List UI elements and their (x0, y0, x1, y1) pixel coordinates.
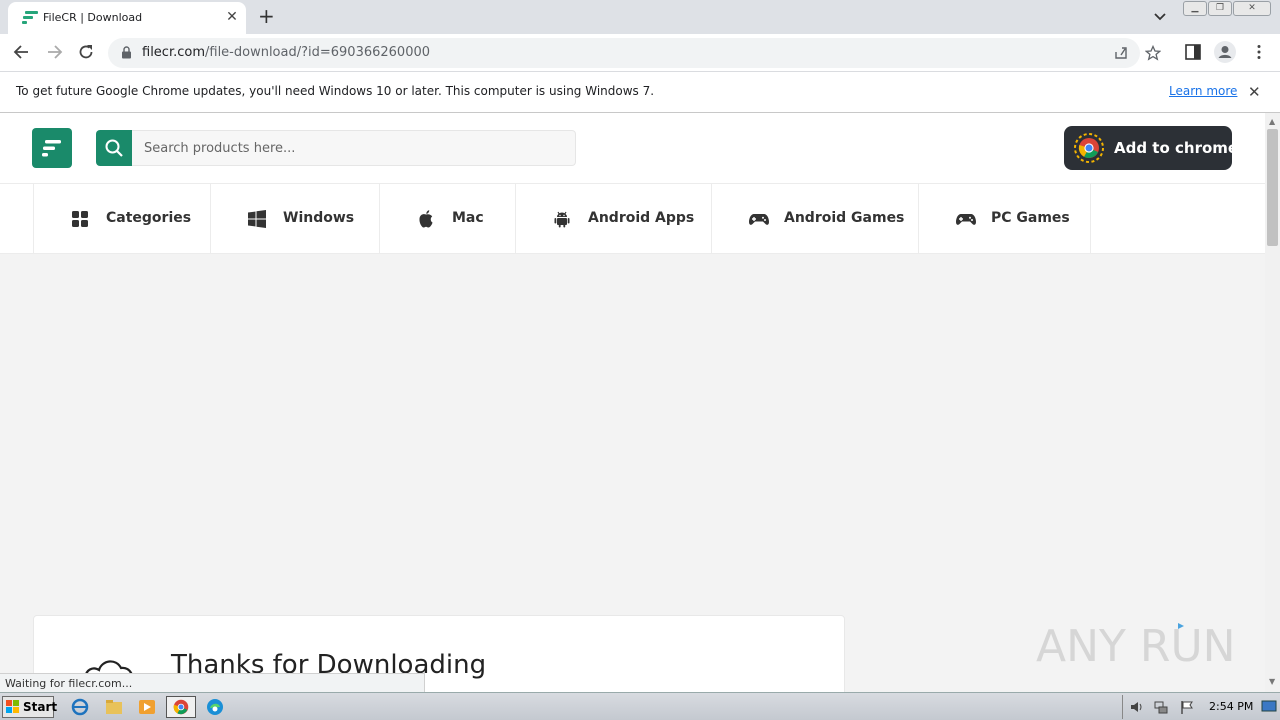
apple-icon (419, 210, 433, 228)
taskbar-clock[interactable]: 2:54 PM (1209, 700, 1253, 713)
tab-title: FileCR | Download (43, 11, 143, 24)
share-icon[interactable] (1113, 45, 1129, 61)
new-tab-icon[interactable]: + (258, 6, 275, 26)
show-desktop-icon[interactable] (1261, 700, 1277, 714)
internet-explorer-icon[interactable] (67, 696, 93, 718)
minimize-window-icon[interactable]: ▁ (1183, 1, 1207, 16)
nav-windows-label: Windows (283, 210, 355, 226)
scroll-up-arrow-icon[interactable]: ▲ (1269, 117, 1275, 126)
search-button[interactable] (96, 130, 132, 166)
windows-icon (248, 210, 266, 228)
nav-windows[interactable]: Windows (210, 184, 379, 254)
windows-flag-icon (6, 700, 19, 713)
side-panel-icon[interactable] (1184, 43, 1202, 61)
bookmark-star-icon[interactable] (1145, 45, 1161, 61)
browser-tab[interactable]: FileCR | Download ✕ (8, 2, 246, 34)
system-tray: 2:54 PM (1122, 695, 1280, 719)
volume-icon[interactable] (1129, 699, 1145, 715)
profile-avatar-icon[interactable] (1214, 41, 1236, 63)
filecr-logo[interactable] (32, 128, 72, 168)
close-window-icon[interactable]: ✕ (1233, 1, 1271, 16)
watermark-text: ANY RUN (1036, 621, 1236, 672)
restore-window-icon[interactable]: ❐ (1208, 1, 1232, 16)
site-search (96, 130, 576, 166)
action-center-flag-icon[interactable] (1179, 699, 1195, 715)
add-to-chrome-button[interactable]: Add to chrome (1064, 126, 1238, 170)
edge-icon[interactable] (202, 696, 228, 718)
start-button[interactable]: Start (2, 696, 58, 718)
tab-close-icon[interactable]: ✕ (224, 9, 240, 25)
add-to-chrome-label: Add to chrome (1114, 139, 1239, 157)
scroll-down-arrow-icon[interactable]: ▼ (1269, 677, 1275, 686)
browser-toolbar: filecr.com/file-download/?id=69036626000… (0, 34, 1280, 71)
infobar-message: To get future Google Chrome updates, you… (16, 84, 655, 98)
nav-android-apps[interactable]: Android Apps (515, 184, 711, 254)
nav-android-games-label: Android Games (784, 210, 905, 226)
chrome-taskbar-icon[interactable] (166, 696, 196, 718)
nav-pc-games-label: PC Games (991, 210, 1070, 226)
address-bar[interactable]: filecr.com/file-download/?id=69036626000… (108, 38, 1161, 68)
network-icon[interactable] (1153, 699, 1169, 715)
nav-mac-label: Mac (452, 210, 484, 226)
search-input[interactable] (132, 130, 576, 166)
nav-android-apps-label: Android Apps (588, 210, 695, 226)
web-page: Add to chrome Categories Windows Mac (0, 113, 1265, 692)
back-arrow-icon[interactable] (12, 42, 32, 62)
chrome-logo-icon (1074, 133, 1104, 163)
nav-android-games[interactable]: Android Games (711, 184, 918, 254)
reload-icon[interactable] (76, 42, 96, 62)
url-path: /file-download/?id=690366260000 (205, 45, 431, 60)
site-nav: Categories Windows Mac Android Apps Andr… (0, 183, 1265, 254)
grid-icon (72, 211, 88, 227)
more-menu-icon[interactable] (1250, 43, 1268, 61)
learn-more-link[interactable]: Learn more (1169, 84, 1237, 98)
site-header: Add to chrome (0, 113, 1265, 183)
forward-arrow-icon[interactable] (44, 42, 64, 62)
android-icon (554, 211, 570, 228)
chrome-update-infobar: To get future Google Chrome updates, you… (0, 71, 1280, 113)
tab-search-chevron-icon[interactable] (1152, 8, 1168, 24)
start-label: Start (23, 700, 58, 714)
scroll-thumb[interactable] (1267, 129, 1278, 246)
anyrun-watermark: ANY RUN (1036, 621, 1236, 672)
status-bubble: Waiting for filecr.com... (0, 673, 425, 692)
page-scrollbar[interactable]: ▲ ▼ (1265, 113, 1280, 692)
search-icon (105, 139, 123, 157)
filecr-favicon-icon (22, 11, 38, 24)
gamepad-icon (956, 214, 976, 225)
file-explorer-icon[interactable] (101, 696, 127, 718)
url-host: filecr.com (142, 45, 205, 60)
filecr-logo-icon (42, 140, 61, 157)
infobar-close-icon[interactable]: ✕ (1248, 84, 1261, 100)
gamepad-icon (749, 214, 769, 225)
lock-icon[interactable] (121, 46, 132, 59)
nav-categories[interactable]: Categories (33, 184, 210, 254)
tab-strip: FileCR | Download ✕ + ▁ ❐ ✕ (0, 0, 1280, 34)
media-player-icon[interactable] (134, 696, 160, 718)
windows-taskbar: Start 2:54 PM (0, 692, 1280, 720)
nav-pc-games[interactable]: PC Games (918, 184, 1091, 254)
nav-categories-label: Categories (106, 210, 192, 226)
url-text[interactable]: filecr.com/file-download/?id=69036626000… (142, 45, 430, 60)
nav-mac[interactable]: Mac (379, 184, 515, 254)
